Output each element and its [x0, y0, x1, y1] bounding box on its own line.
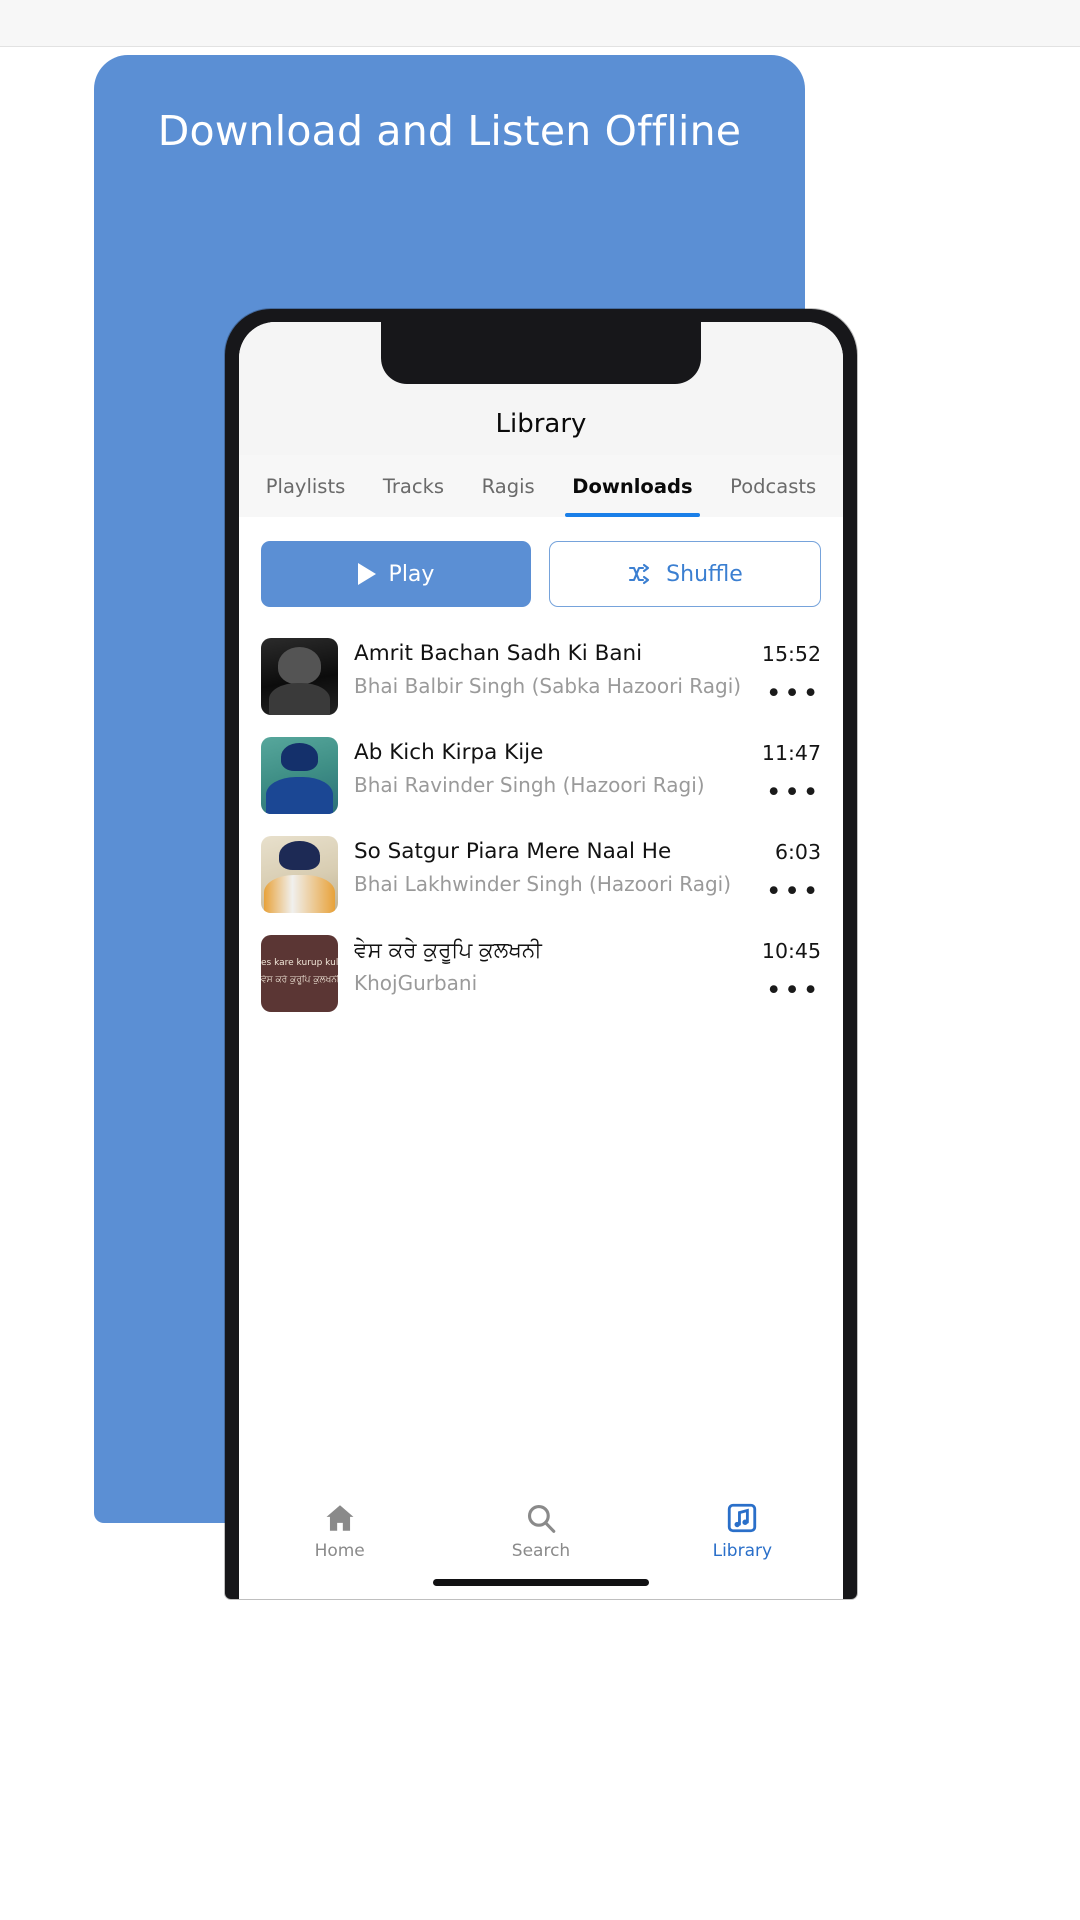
- track-artist: Bhai Balbir Singh (Sabka Hazoori Ragi): [354, 674, 742, 698]
- track-overflow-menu-icon[interactable]: •••: [766, 976, 821, 1006]
- phone-notch: [381, 322, 701, 384]
- track-duration: 15:52: [761, 642, 821, 666]
- track-meta: ਵੇਸ ਕਰੇ ਕੁਰੂਪਿ ਕੁਲਖਨੀ KhojGurbani: [338, 935, 743, 998]
- promo-headline: Download and Listen Offline: [157, 107, 742, 155]
- screenshot-root: Download and Listen Offline Library Play…: [0, 0, 1080, 1920]
- table-row[interactable]: So Satgur Piara Mere Naal He Bhai Lakhwi…: [239, 825, 843, 924]
- track-thumbnail: es kare kurup kulakha ਵੇਸ ਕਰੇ ਕੁਰੂਪਿ ਕੁਲ…: [261, 935, 338, 1012]
- track-title: ਵੇਸ ਕਰੇ ਕੁਰੂਪਿ ਕੁਲਖਨੀ: [354, 938, 542, 963]
- track-thumbnail: [261, 737, 338, 814]
- track-duration: 10:45: [761, 939, 821, 963]
- track-right: 6:03 •••: [743, 836, 821, 907]
- tab-tracks[interactable]: Tracks: [364, 455, 463, 517]
- bottom-nav-search-label: Search: [511, 1541, 571, 1561]
- track-artist: Bhai Ravinder Singh (Hazoori Ragi): [354, 773, 705, 797]
- track-meta: Amrit Bachan Sadh Ki Bani Bhai Balbir Si…: [338, 638, 743, 701]
- shuffle-icon: [627, 563, 653, 585]
- library-tab-bar: Playlists Tracks Ragis Downloads Podcast…: [239, 455, 843, 517]
- thumbnail-caption-line-1: es kare kurup kulakha: [261, 958, 338, 969]
- track-title: So Satgur Piara Mere Naal He: [354, 839, 672, 864]
- table-row[interactable]: Amrit Bachan Sadh Ki Bani Bhai Balbir Si…: [239, 627, 843, 726]
- page-title: Library: [495, 409, 587, 439]
- play-triangle-icon: [357, 563, 376, 585]
- track-artist: KhojGurbani: [354, 971, 478, 995]
- library-music-icon: [725, 1501, 759, 1535]
- track-right: 15:52 •••: [743, 638, 821, 709]
- tab-playlists[interactable]: Playlists: [247, 455, 364, 517]
- track-overflow-menu-icon[interactable]: •••: [766, 679, 821, 709]
- track-title: Ab Kich Kirpa Kije: [354, 740, 544, 765]
- promo-banner: Download and Listen Offline Library Play…: [94, 55, 857, 1599]
- home-icon: [323, 1501, 357, 1535]
- shuffle-button[interactable]: Shuffle: [549, 541, 821, 607]
- track-right: 10:45 •••: [743, 935, 821, 1006]
- bottom-nav-library-label: Library: [712, 1541, 773, 1561]
- action-button-row: Play Shuffle: [239, 517, 843, 615]
- download-track-list: Amrit Bachan Sadh Ki Bani Bhai Balbir Si…: [239, 615, 843, 1023]
- play-button[interactable]: Play: [261, 541, 531, 607]
- thumbnail-caption-line-2: ਵੇਸ ਕਰੇ ਕੁਰੂਪਿ ਕੁਲਖਨੀ: [261, 975, 338, 986]
- bottom-nav-home-label: Home: [314, 1541, 365, 1561]
- tab-downloads[interactable]: Downloads: [553, 455, 711, 517]
- track-overflow-menu-icon[interactable]: •••: [766, 778, 821, 808]
- track-meta: Ab Kich Kirpa Kije Bhai Ravinder Singh (…: [338, 737, 743, 800]
- track-right: 11:47 •••: [743, 737, 821, 808]
- bottom-nav-search[interactable]: Search: [440, 1501, 641, 1561]
- bottom-nav-home[interactable]: Home: [239, 1501, 440, 1561]
- tab-podcasts[interactable]: Podcasts: [711, 455, 835, 517]
- table-row[interactable]: es kare kurup kulakha ਵੇਸ ਕਰੇ ਕੁਰੂਪਿ ਕੁਲ…: [239, 924, 843, 1023]
- track-artist: Bhai Lakhwinder Singh (Hazoori Ragi): [354, 872, 732, 896]
- bottom-nav-library[interactable]: Library: [642, 1501, 843, 1561]
- downloads-content: Play Shuffle Amrit Bachan Sadh Ki Bani B…: [239, 517, 843, 1599]
- search-icon: [524, 1501, 558, 1535]
- track-meta: So Satgur Piara Mere Naal He Bhai Lakhwi…: [338, 836, 743, 899]
- track-thumbnail: [261, 836, 338, 913]
- track-duration: 6:03: [774, 840, 821, 864]
- browser-top-strip: [0, 0, 1080, 47]
- track-duration: 11:47: [761, 741, 821, 765]
- track-overflow-menu-icon[interactable]: •••: [766, 877, 821, 907]
- tab-ragis[interactable]: Ragis: [463, 455, 554, 517]
- phone-screen: Library Playlists Tracks Ragis Downloads…: [239, 322, 843, 1599]
- track-thumbnail: [261, 638, 338, 715]
- track-title: Amrit Bachan Sadh Ki Bani: [354, 641, 643, 666]
- table-row[interactable]: Ab Kich Kirpa Kije Bhai Ravinder Singh (…: [239, 726, 843, 825]
- shuffle-button-label: Shuffle: [666, 561, 743, 587]
- phone-mockup: Library Playlists Tracks Ragis Downloads…: [225, 309, 857, 1599]
- home-indicator: [433, 1579, 649, 1586]
- play-button-label: Play: [388, 561, 435, 587]
